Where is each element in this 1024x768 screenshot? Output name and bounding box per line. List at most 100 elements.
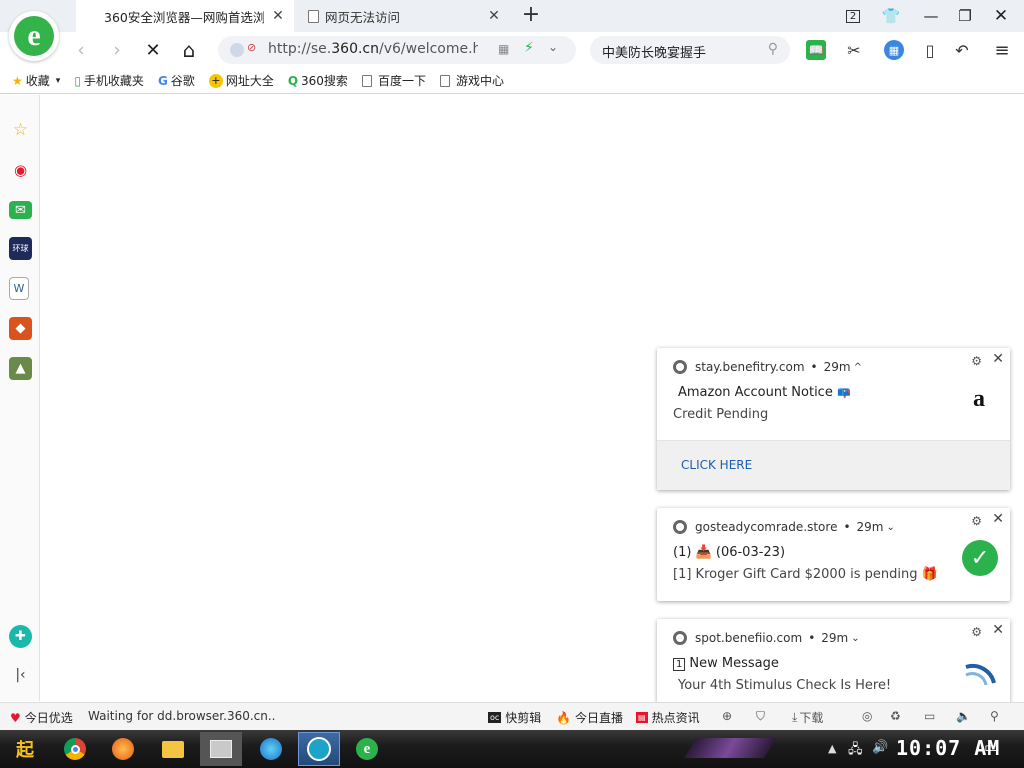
network-icon[interactable]: 🖧: [848, 740, 863, 762]
start-logo-icon: 起: [16, 740, 34, 760]
explorer-task[interactable]: [152, 732, 194, 766]
sound-icon[interactable]: ◎: [862, 709, 872, 723]
speed-icon[interactable]: ⊕: [722, 709, 732, 723]
plugin-icon[interactable]: ✚: [9, 625, 32, 648]
notification-title: 1 New Message: [673, 656, 779, 671]
scissors-icon[interactable]: ✂: [842, 38, 866, 62]
url-text[interactable]: http://se.360.cn/v6/welcome.ht: [268, 41, 478, 57]
taskbar: 起 e ▲ 🖧 🔊 10:07 AM ▭: [0, 730, 1024, 768]
bookmark-games[interactable]: 游戏中心: [439, 72, 504, 89]
gear-icon[interactable]: ⚙: [971, 354, 982, 368]
download-button[interactable]: ⤓ 下载: [792, 709, 823, 726]
chrome-icon: [673, 631, 687, 645]
home-button[interactable]: ⌂: [176, 38, 202, 62]
chrome-task[interactable]: [54, 732, 96, 766]
page-icon: [308, 9, 319, 23]
gear-icon[interactable]: ⚙: [971, 625, 982, 639]
app-task[interactable]: [200, 732, 242, 766]
notification-amazon[interactable]: stay.benefitry.com • 29m ^ ⚙ ✕ Amazon Accou…: [657, 348, 1010, 490]
click-here-button[interactable]: CLICK HERE: [681, 458, 752, 472]
bookmark-mobile[interactable]: ▯ 手机收藏夹: [74, 72, 144, 89]
today-picks[interactable]: ♥ 今日优选: [10, 709, 73, 726]
qr-icon[interactable]: ▦: [498, 42, 509, 56]
start-button[interactable]: 起: [2, 732, 48, 766]
tablet-icon[interactable]: ▯: [918, 38, 942, 62]
search-box[interactable]: 中美防长晚宴握手 ⚲: [590, 36, 790, 64]
edge-task[interactable]: [250, 732, 292, 766]
quick-clip[interactable]: oc 快剪辑: [488, 709, 541, 726]
close-icon[interactable]: ✕: [992, 511, 1004, 527]
apps-icon[interactable]: ▦: [884, 40, 904, 60]
chevron-down-icon[interactable]: ⌄: [548, 40, 558, 54]
star-icon[interactable]: ☆: [9, 118, 32, 141]
tab-error-page[interactable]: 网页无法访问 ✕: [296, 0, 510, 32]
search-query[interactable]: 中美防长晚宴握手: [602, 42, 706, 61]
security-icon: [230, 43, 244, 57]
status-bar: ♥ 今日优选 Waiting for dd.browser.360.cn.. oc…: [0, 702, 1024, 730]
back-button[interactable]: ‹: [68, 38, 94, 62]
phone-icon: ▯: [74, 73, 81, 88]
close-icon[interactable]: ✕: [992, 351, 1004, 367]
collapse-icon[interactable]: |‹: [9, 663, 32, 686]
lightning-icon[interactable]: ⚡: [524, 40, 534, 56]
bookmark-google[interactable]: G 谷歌: [158, 72, 195, 89]
menu-icon[interactable]: ≡: [990, 38, 1014, 62]
address-bar[interactable]: ⊘ http://se.360.cn/v6/welcome.ht ▦ ⚡ ⌄: [218, 36, 576, 64]
search-icon[interactable]: ⚲: [768, 41, 778, 57]
google-icon: G: [157, 73, 168, 88]
tab-label: 360安全浏览器—网购首选浏览器: [104, 9, 264, 25]
page-icon: [361, 74, 372, 87]
tray-arrow-icon[interactable]: ▲: [828, 742, 836, 755]
restore-button[interactable]: ❐: [952, 4, 978, 28]
word-icon[interactable]: W: [9, 277, 29, 300]
close-icon[interactable]: ✕: [992, 622, 1004, 638]
volume-icon[interactable]: 🔊: [872, 740, 888, 755]
bookmark-favorites[interactable]: ★ 收藏 ▾: [12, 72, 60, 89]
forward-button[interactable]: ›: [104, 38, 130, 62]
live-today[interactable]: 🔥 今日直播: [556, 709, 623, 726]
clean-icon[interactable]: ♻: [890, 709, 901, 723]
stop-button[interactable]: ✕: [140, 38, 166, 62]
dropdown-icon: ▾: [55, 75, 61, 86]
reader-icon[interactable]: 📖: [806, 40, 826, 60]
notification-title: (1) 📥 (06-03-23): [673, 545, 786, 560]
news-icon[interactable]: 环球: [9, 237, 32, 260]
close-icon[interactable]: ✕: [270, 8, 286, 24]
notification-header: spot.benefiio.com • 29m ⌄: [673, 631, 860, 645]
close-window-button[interactable]: ✕: [988, 4, 1014, 28]
bookmark-360search[interactable]: Q 360搜索: [288, 72, 348, 89]
notification-center-icon[interactable]: ▭: [984, 738, 998, 756]
bookmark-baidu[interactable]: 百度一下: [361, 72, 426, 89]
hot-news[interactable]: ▤ 热点资讯: [636, 709, 700, 726]
notification-body: Your 4th Stimulus Check Is Here!: [678, 678, 892, 693]
game-icon[interactable]: ◆: [9, 317, 32, 340]
mailbox-icon: 📪: [836, 386, 851, 399]
undo-icon[interactable]: ↶: [950, 38, 974, 62]
minimize-button[interactable]: —: [918, 4, 944, 28]
new-tab-button[interactable]: +: [520, 4, 542, 26]
window-icon[interactable]: ▭: [924, 709, 935, 723]
firefox-task[interactable]: [102, 732, 144, 766]
browser-logo[interactable]: e: [9, 11, 59, 61]
game2-icon[interactable]: ▲: [9, 357, 32, 380]
browser-task[interactable]: [298, 732, 340, 766]
amazon-icon: a: [973, 385, 985, 412]
360-browser-task[interactable]: e: [346, 732, 388, 766]
volume-icon[interactable]: 🔈: [956, 709, 971, 723]
weibo-icon[interactable]: ◉: [9, 158, 32, 181]
mail-icon[interactable]: ✉: [9, 201, 32, 219]
no-camera-icon: ⊘: [247, 41, 257, 54]
plus-circle-icon: +: [208, 73, 223, 88]
shield-icon[interactable]: ⛉: [756, 709, 765, 724]
zoom-icon[interactable]: ⚲: [990, 709, 999, 723]
notification-kroger[interactable]: gosteadycomrade.store • 29m ⌄ ⚙ ✕ (1) 📥 (06…: [657, 508, 1010, 601]
chrome-icon: [673, 520, 687, 534]
bookmark-hao[interactable]: + 网址大全: [208, 72, 274, 89]
tab-count-button[interactable]: 2: [840, 4, 866, 28]
skin-icon[interactable]: 👕: [878, 4, 904, 28]
close-icon[interactable]: ✕: [486, 8, 502, 24]
tab-360-home[interactable]: 360安全浏览器—网购首选浏览器 ✕: [76, 0, 294, 32]
gear-icon[interactable]: ⚙: [971, 514, 982, 528]
notification-stimulus[interactable]: spot.benefiio.com • 29m ⌄ ⚙ ✕ 1 New Message …: [657, 619, 1010, 704]
notification-header: stay.benefitry.com • 29m ^: [673, 360, 862, 374]
